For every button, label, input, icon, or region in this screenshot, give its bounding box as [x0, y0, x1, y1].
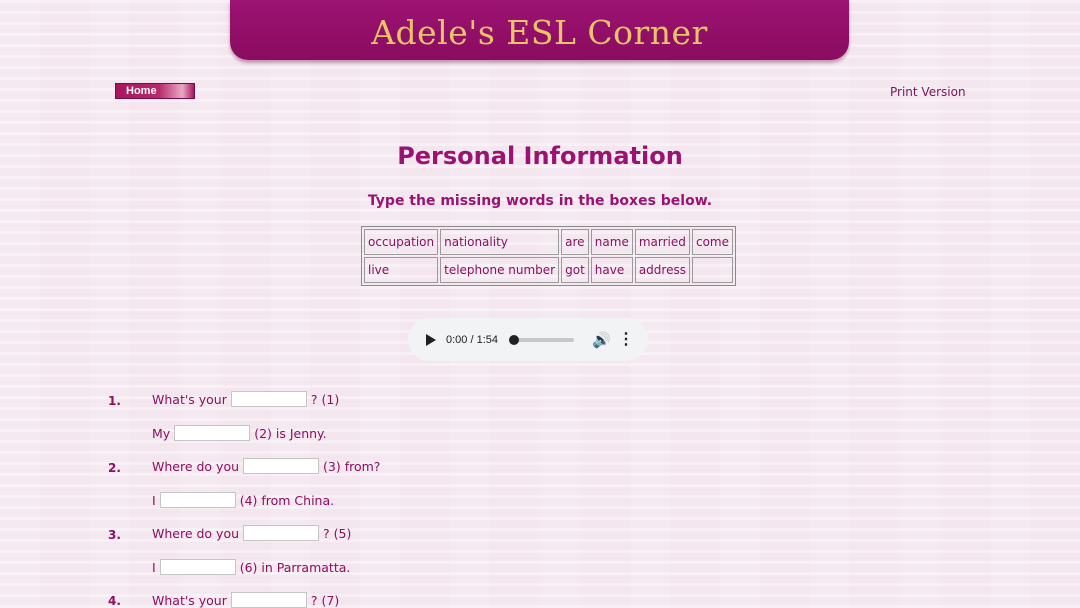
word-cell: got — [561, 257, 589, 283]
word-cell: nationality — [440, 229, 560, 255]
word-bank-row: occupation nationality are name married … — [364, 229, 733, 255]
word-cell-empty — [691, 257, 733, 283]
word-bank-table: occupation nationality are name married … — [361, 226, 736, 286]
audio-time: 0:00 / 1:54 — [446, 333, 498, 346]
word-cell: name — [590, 229, 633, 255]
answer-input-2[interactable] — [174, 425, 251, 441]
question-text: Where do you — [152, 458, 240, 474]
volume-icon[interactable]: 🔊 — [592, 331, 611, 349]
word-cell: occupation — [364, 229, 439, 255]
question-line: Where do you ? (5) — [152, 525, 351, 541]
answer-text: (4) from China. — [239, 492, 335, 508]
answer-line: My (2) is Jenny. — [152, 425, 327, 441]
audio-player: 0:00 / 1:54 🔊 ⋮ — [408, 318, 648, 361]
home-button[interactable]: Home — [115, 83, 195, 99]
answer-line: I (6) in Parramatta. — [152, 559, 350, 575]
question-text: (3) from? — [323, 458, 381, 474]
question-line: Where do you (3) from? — [152, 458, 380, 474]
page-title: Personal Information — [397, 142, 683, 170]
word-cell: are — [561, 229, 589, 255]
instruction-text: Type the missing words in the boxes belo… — [367, 193, 713, 209]
answer-text: I — [152, 559, 156, 575]
site-title: Adele's ESL Corner — [371, 12, 708, 52]
question-line: What's your ? (1) — [152, 391, 339, 407]
question-number: 3. — [108, 528, 121, 542]
question-text: What's your — [152, 592, 227, 608]
answer-input-3[interactable] — [243, 458, 320, 474]
question-text: ? (5) — [323, 525, 352, 541]
question-text: ? (1) — [310, 391, 340, 407]
answer-text: I — [152, 492, 156, 508]
word-cell: come — [691, 229, 733, 255]
play-icon[interactable] — [426, 333, 436, 346]
word-cell: telephone number — [440, 257, 560, 283]
answer-text: My — [152, 425, 171, 441]
question-number: 1. — [108, 394, 121, 408]
answer-text: (6) in Parramatta. — [239, 559, 351, 575]
answer-input-5[interactable] — [243, 525, 320, 541]
answer-input-6[interactable] — [159, 559, 236, 575]
question-text: What's your — [152, 391, 227, 407]
word-cell: married — [634, 229, 690, 255]
answer-text: (2) is Jenny. — [254, 425, 327, 441]
question-text: Where do you — [152, 525, 240, 541]
word-bank-row: live telephone number got have address — [364, 257, 733, 283]
question-text: ? (7) — [310, 592, 340, 608]
question-number: 2. — [108, 461, 121, 475]
answer-input-4[interactable] — [159, 492, 236, 508]
answer-input-1[interactable] — [230, 391, 307, 407]
site-banner: Adele's ESL Corner — [230, 0, 849, 60]
answer-line: I (4) from China. — [152, 492, 334, 508]
seek-thumb[interactable] — [509, 334, 519, 345]
more-options-icon[interactable]: ⋮ — [618, 331, 634, 347]
audio-seek-bar[interactable] — [509, 334, 574, 345]
word-cell: address — [634, 257, 690, 283]
word-cell: live — [364, 257, 439, 283]
word-cell: have — [590, 257, 633, 283]
print-version-link[interactable]: Print Version — [890, 85, 966, 99]
